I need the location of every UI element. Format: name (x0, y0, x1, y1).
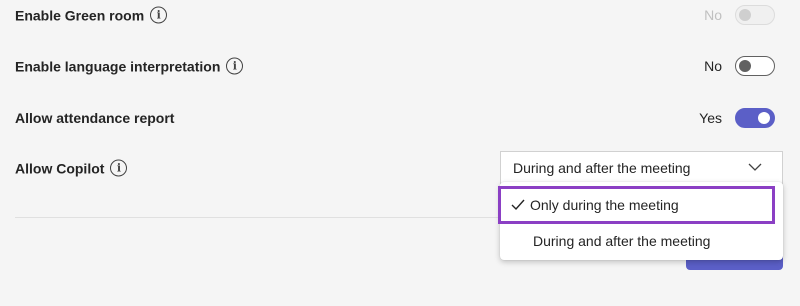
setting-label-green-room: Enable Green room (15, 7, 145, 23)
toggle-state-text-language-interpretation: No (704, 58, 722, 74)
dropdown-option-label: Only during the meeting (530, 197, 679, 213)
toggle-green-room[interactable] (735, 5, 775, 25)
info-icon[interactable]: i (150, 6, 168, 24)
setting-label-copilot: Allow Copilot (15, 160, 105, 176)
setting-label-wrapper: Allow attendance report (15, 110, 174, 126)
toggle-knob (739, 9, 751, 21)
info-icon[interactable]: i (110, 159, 128, 177)
section-divider (15, 217, 500, 218)
dropdown-option-only-during[interactable]: Only during the meeting (498, 186, 775, 224)
copilot-select[interactable]: During and after the meeting (500, 151, 783, 184)
copilot-select-value: During and after the meeting (513, 159, 691, 176)
dropdown-option-during-and-after[interactable]: During and after the meeting (500, 226, 783, 256)
setting-row-green-room: Enable Green room i No (0, 0, 800, 35)
dropdown-option-label: During and after the meeting (533, 233, 711, 249)
setting-row-language-interpretation: Enable language interpretation i No (0, 46, 800, 86)
checkmark-icon (511, 199, 525, 211)
setting-label-language-interpretation: Enable language interpretation (15, 58, 221, 74)
toggle-knob (739, 60, 751, 72)
info-icon[interactable]: i (226, 57, 244, 75)
setting-row-attendance-report: Allow attendance report Yes (0, 98, 800, 138)
toggle-state-text-green-room: No (704, 7, 722, 23)
toggle-knob (758, 112, 770, 124)
copilot-dropdown-list: Only during the meeting During and after… (498, 182, 783, 260)
setting-label-wrapper: Enable language interpretation i (15, 57, 244, 75)
chevron-down-icon (748, 163, 762, 171)
setting-label-wrapper: Allow Copilot i (15, 159, 128, 177)
setting-label-wrapper: Enable Green room i (15, 6, 168, 24)
setting-label-attendance-report: Allow attendance report (15, 110, 175, 126)
toggle-language-interpretation[interactable] (735, 56, 775, 76)
toggle-state-text-attendance-report: Yes (699, 110, 722, 126)
toggle-attendance-report[interactable] (735, 108, 775, 128)
